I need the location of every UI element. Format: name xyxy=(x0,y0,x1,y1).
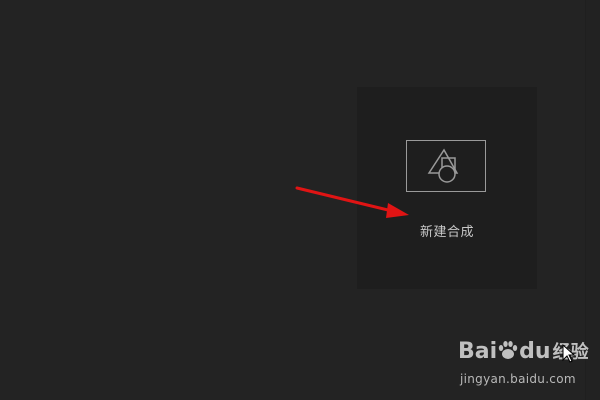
new-composition-button[interactable]: 新建合成 xyxy=(357,87,537,289)
watermark-logo-suffix: du xyxy=(519,339,551,364)
paw-icon xyxy=(498,341,518,359)
watermark-logo-text: Bai xyxy=(458,339,498,364)
composition-shapes-icon xyxy=(406,140,486,192)
mouse-cursor-icon xyxy=(562,344,576,363)
new-composition-label: 新建合成 xyxy=(419,225,474,240)
watermark-url: jingyan.baidu.com xyxy=(460,372,576,386)
